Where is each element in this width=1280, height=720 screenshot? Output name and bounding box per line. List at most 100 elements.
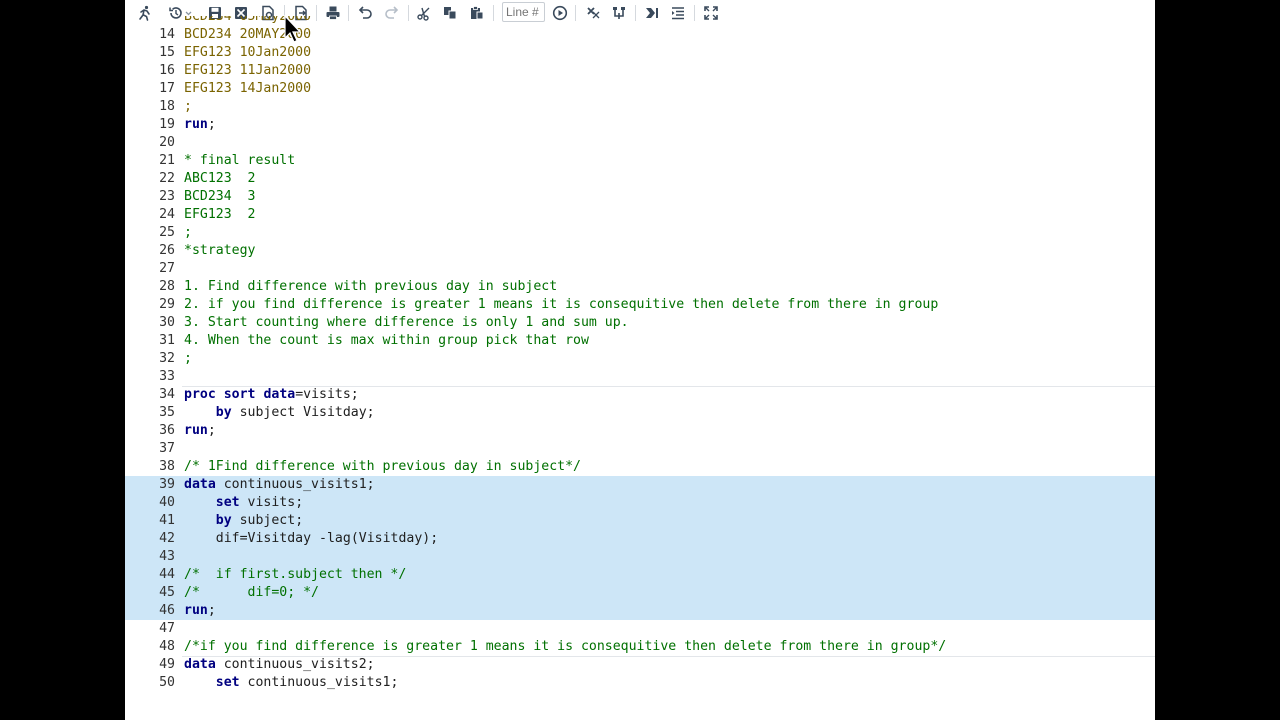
code-line[interactable]: 26 *strategy xyxy=(125,242,1155,260)
code-line[interactable]: 45 /* dif=0; */ xyxy=(125,584,1155,602)
line-number: 32 xyxy=(159,351,175,366)
line-number: 30 xyxy=(159,315,175,330)
line-number: 24 xyxy=(159,207,175,222)
code-line-text: 1. Find difference with previous day in … xyxy=(184,279,558,294)
code-line-text: /* 1Find difference with previous day in… xyxy=(184,459,581,474)
code-line[interactable]: 15 EFG123 10Jan2000 xyxy=(125,44,1155,62)
code-area[interactable]: BCD234 05May2000 14 BCD234 20MAY2000 15 EFG… xyxy=(125,16,1155,692)
code-line[interactable]: 42 dif=Visitday -lag(Visitday); xyxy=(125,530,1155,548)
code-line[interactable]: 18; xyxy=(125,98,1155,116)
code-line[interactable]: 35 by subject Visitday; xyxy=(125,404,1155,422)
code-line[interactable]: 44 /* if first.subject then */ xyxy=(125,566,1155,584)
line-number: 28 xyxy=(159,279,175,294)
code-line-text: EFG123 11Jan2000 xyxy=(184,63,312,78)
line-number: 16 xyxy=(159,63,175,78)
line-number: 22 xyxy=(159,171,175,186)
code-line-text: 3. Start counting where difference is on… xyxy=(184,315,629,330)
line-number: 23 xyxy=(159,189,175,204)
code-line[interactable]: 23 BCD234 3 xyxy=(125,188,1155,206)
code-line[interactable]: 39 data continuous_visits1; xyxy=(125,476,1155,494)
line-number: 45 xyxy=(159,585,175,600)
code-line[interactable]: 16 EFG123 11Jan2000 xyxy=(125,62,1155,80)
line-number: 26 xyxy=(159,243,175,258)
code-line[interactable]: 17 EFG123 14Jan2000 xyxy=(125,80,1155,98)
code-line[interactable]: 34 proc sort data=visits; xyxy=(125,386,1155,404)
code-line-text: EFG123 10Jan2000 xyxy=(184,45,312,60)
code-line-text: ; xyxy=(184,351,192,366)
line-number: 50 xyxy=(159,675,175,690)
code-line-text: 4. When the count is max within group pi… xyxy=(184,333,589,348)
line-number: 29 xyxy=(159,297,175,312)
code-line-text: /* if first.subject then */ xyxy=(184,567,407,582)
line-number: 14 xyxy=(159,27,175,42)
line-number: 33 xyxy=(159,369,175,384)
code-line-text: run; xyxy=(184,603,216,618)
line-number: 21 xyxy=(159,153,175,168)
code-line-text: *strategy xyxy=(184,243,256,258)
code-line: BCD234 05May2000 xyxy=(125,16,1155,26)
code-line[interactable]: 29 2. if you find difference is greater 1… xyxy=(125,296,1155,314)
line-number: 35 xyxy=(159,405,175,420)
line-number: 43 xyxy=(159,549,175,564)
code-line[interactable]: 36 run; xyxy=(125,422,1155,440)
code-line-text: by subject; xyxy=(215,513,304,528)
line-number: 37 xyxy=(159,441,175,456)
code-line[interactable]: 47 xyxy=(125,620,1155,638)
code-line-text: * final result xyxy=(184,153,296,168)
code-line-text: by subject Visitday; xyxy=(215,405,375,420)
code-line-text: BCD234 3 xyxy=(184,189,256,204)
code-line[interactable]: 48 /*if you find difference is greater 1 … xyxy=(125,638,1155,656)
line-number: 47 xyxy=(159,621,175,636)
line-number: 40 xyxy=(159,495,175,510)
code-line[interactable]: 46 run; xyxy=(125,602,1155,620)
code-line-text: data continuous_visits2; xyxy=(184,657,375,672)
code-line[interactable]: 49 data continuous_visits2; xyxy=(125,656,1155,674)
line-number: 19 xyxy=(159,117,175,132)
code-line[interactable]: 28 1. Find difference with previous day i… xyxy=(125,278,1155,296)
code-line[interactable]: 41 by subject; xyxy=(125,512,1155,530)
code-line-text: ; xyxy=(184,225,192,240)
code-line[interactable]: 30 3. Start counting where difference is … xyxy=(125,314,1155,332)
code-line-text: run; xyxy=(184,117,216,132)
code-line-text: EFG123 14Jan2000 xyxy=(184,81,312,96)
line-number: 18 xyxy=(159,99,175,114)
code-line[interactable]: 43 xyxy=(125,548,1155,566)
code-line[interactable]: 19 run; xyxy=(125,116,1155,134)
code-line[interactable]: 37 xyxy=(125,440,1155,458)
line-number: 15 xyxy=(159,45,175,60)
line-number: 41 xyxy=(159,513,175,528)
code-line-text: run; xyxy=(184,423,216,438)
line-number: 36 xyxy=(159,423,175,438)
line-number: 17 xyxy=(159,81,175,96)
line-number: 27 xyxy=(159,261,175,276)
line-number: 38 xyxy=(159,459,175,474)
line-number: 44 xyxy=(159,567,175,582)
code-line-text: EFG123 2 xyxy=(184,207,256,222)
line-number: 20 xyxy=(159,135,175,150)
code-line[interactable]: 38 /* 1Find difference with previous day … xyxy=(125,458,1155,476)
code-line-text: set visits; xyxy=(215,495,304,510)
code-line[interactable]: 24 EFG123 2 xyxy=(125,206,1155,224)
code-line[interactable]: 21 * final result xyxy=(125,152,1155,170)
code-line-text: ABC123 2 xyxy=(184,171,256,186)
code-line[interactable]: 25; xyxy=(125,224,1155,242)
code-line[interactable]: 27 xyxy=(125,260,1155,278)
code-line[interactable]: 33 xyxy=(125,368,1155,386)
line-number: 39 xyxy=(159,477,175,492)
code-line[interactable]: 14 BCD234 20MAY2000 xyxy=(125,26,1155,44)
code-line-text: dif=Visitday -lag(Visitday); xyxy=(215,531,439,546)
code-line[interactable]: 20 xyxy=(125,134,1155,152)
code-line[interactable]: 50 set continuous_visits1; xyxy=(125,674,1155,692)
line-number: 49 xyxy=(159,657,175,672)
mouse-cursor-icon xyxy=(284,15,302,43)
line-number: 34 xyxy=(159,387,175,402)
code-line-text: /*if you find difference is greater 1 me… xyxy=(184,639,947,654)
code-line[interactable]: 31 4. When the count is max within group … xyxy=(125,332,1155,350)
code-line[interactable]: 22 ABC123 2 xyxy=(125,170,1155,188)
code-line[interactable]: 40 set visits; xyxy=(125,494,1155,512)
code-line-text: 2. if you find difference is greater 1 m… xyxy=(184,297,939,312)
code-line[interactable]: 32; xyxy=(125,350,1155,368)
line-number: 48 xyxy=(159,639,175,654)
code-line-text: set continuous_visits1; xyxy=(215,675,399,690)
code-editor[interactable]: BCD234 05May2000 14BCD234 20MAY200015 EFG… xyxy=(125,0,1155,720)
